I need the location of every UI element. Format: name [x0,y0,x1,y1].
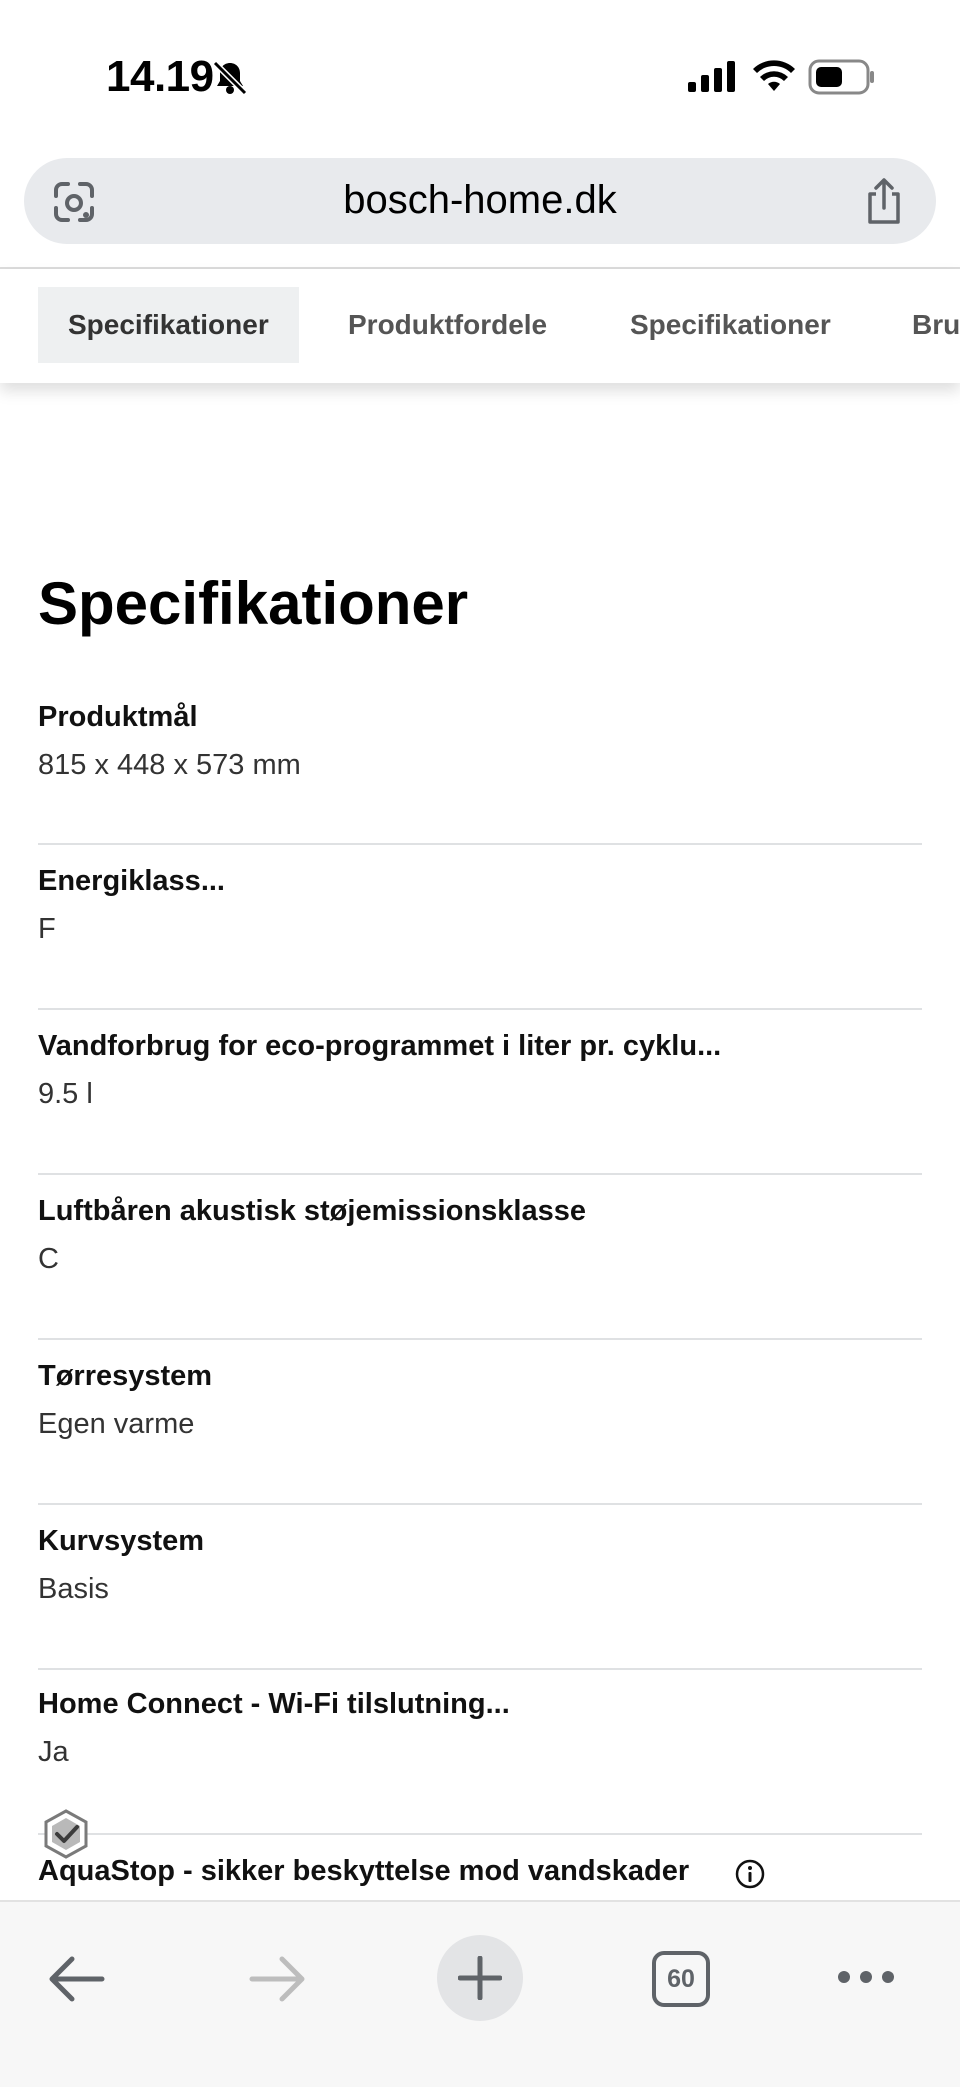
spec-value: Ja [38,1736,69,1768]
spec-label: Home Connect - Wi-Fi tilslutning... [38,1688,510,1720]
new-tab-button[interactable] [437,1935,523,2021]
tab-specifikationer[interactable]: Specifikationer [630,287,831,363]
spec-item: Energiklass... F [38,865,922,1010]
spec-item: Home Connect - Wi-Fi tilslutning... Ja [38,1688,922,1835]
tab-specifikationer-active[interactable]: Specifikationer [38,287,299,363]
spec-item: Tørresystem Egen varme [38,1360,922,1505]
plus-icon [458,1956,502,2000]
browser-toolbar: 60 [0,1900,960,2087]
spec-item: Kurvsystem Basis [38,1525,922,1670]
spec-item: Vandforbrug for eco-programmet i liter p… [38,1030,922,1175]
address-bar[interactable]: bosch-home.dk [24,158,936,244]
bell-slash-icon [212,60,248,96]
share-icon[interactable] [862,176,906,226]
spec-value: Basis [38,1573,109,1605]
battery-icon [808,59,874,95]
tab-brugsanvisning-partial[interactable]: Bru [912,287,960,363]
spec-label: Luftbåren akustisk støjemissionsklasse [38,1195,586,1227]
url-text[interactable]: bosch-home.dk [24,178,936,223]
spec-item: Produktmål 815 x 448 x 573 mm [38,701,922,845]
spec-label-aquastop: AquaStop - sikker beskyttelse mod vandsk… [38,1855,690,1887]
spec-value: 815 x 448 x 573 mm [38,749,301,781]
status-bar: 14.19 [0,0,960,150]
cookie-consent-badge-icon[interactable] [40,1808,92,1860]
info-icon[interactable] [734,1858,766,1890]
cellular-signal-icon [688,61,735,92]
spec-label: Tørresystem [38,1360,213,1392]
page-title: Specifikationer [38,570,469,637]
spec-item: Luftbåren akustisk støjemissionsklasse C [38,1195,922,1340]
spec-label: Vandforbrug for eco-programmet i liter p… [38,1030,722,1062]
spec-label: Energiklass... [38,865,225,897]
spec-value: C [38,1243,59,1275]
ellipsis-icon[interactable] [836,1962,896,1992]
spec-value: F [38,913,56,945]
arrow-left-icon[interactable] [46,1954,106,2004]
spec-label: Kurvsystem [38,1525,205,1557]
arrow-right-icon[interactable] [248,1954,308,2004]
tab-produktfordele[interactable]: Produktfordele [348,287,547,363]
tab-switcher-button[interactable]: 60 [652,1951,710,2007]
wifi-icon [753,60,795,91]
spec-value: 9.5 l [38,1078,93,1110]
spec-value: Egen varme [38,1408,195,1440]
spec-label: Produktmål [38,701,198,733]
status-time: 14.19 [106,52,214,101]
section-tab-nav: Specifikationer Produktfordele Specifika… [0,269,960,383]
